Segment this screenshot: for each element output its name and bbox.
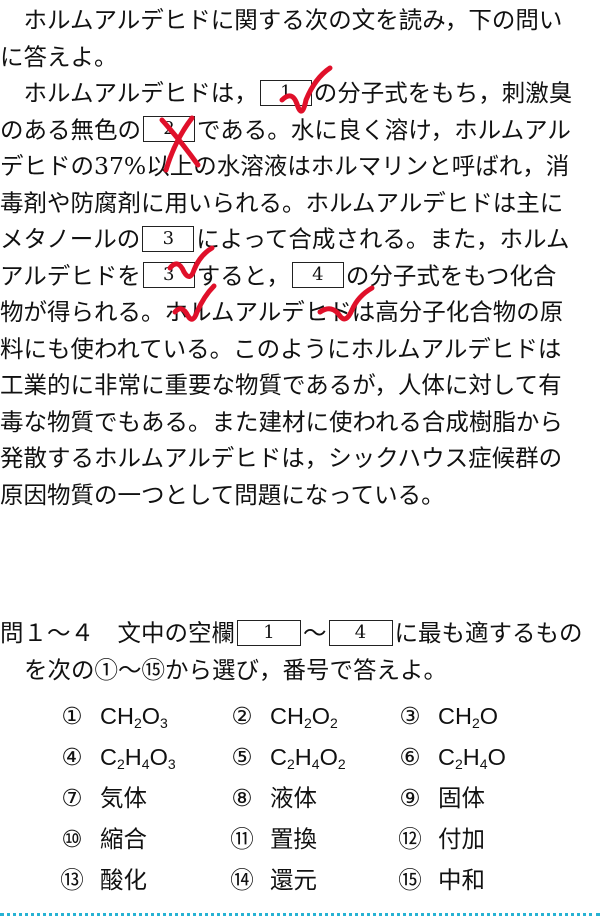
passage-text: 毒な物質でもある。また建材に使われる合成樹脂から — [0, 407, 563, 436]
option-number: ⑩ — [61, 825, 83, 853]
passage-text: ホルムアルデヒドは， — [0, 79, 258, 107]
answer-option: ⑨ 固体 — [390, 777, 485, 819]
passage-text: 発散するホルムアルデヒドは，シックハウス症候群の — [0, 444, 563, 472]
passage-line: ホルムアルデヒドに関する次の文を読み，下の問い — [0, 2, 600, 39]
option-text: 固体 — [438, 785, 485, 811]
option-text: 置換 — [270, 826, 317, 852]
option-text: CH2O3 — [100, 703, 168, 731]
option-number: ⑭ — [230, 866, 254, 894]
blank-box-start: 1 — [237, 619, 301, 646]
passage-line: アルデヒドを 3 すると， 4 の分子式をもつ化合 — [0, 258, 600, 295]
option-number: ⑦ — [61, 784, 83, 812]
passage-line: メタノールの 3 によって合成される。また，ホルム — [0, 221, 600, 258]
passage-text: である。水に良く溶け，ホルムアル — [197, 115, 571, 144]
passage-text: ホルムアルデヒドに関する次の文を読み，下の問い — [0, 6, 563, 34]
passage-line: 物が得られる。ホルムアルデヒドは高分子化合物の原 — [0, 294, 600, 331]
option-number: ④ — [61, 743, 83, 771]
answer-option: ⑫ 付加 — [390, 818, 485, 860]
option-number: ② — [231, 702, 253, 730]
answer-option: ⑪ 置換 — [222, 818, 317, 860]
option-text: C2H4O — [438, 744, 506, 772]
passage-line: 毒な物質でもある。また建材に使われる合成樹脂から — [0, 404, 600, 441]
blank-box-end: 4 — [328, 619, 393, 646]
option-text: 気体 — [100, 785, 147, 811]
option-text: 縮合 — [100, 826, 147, 852]
blank-box: 3 — [142, 225, 195, 252]
passage: ホルムアルデヒドに関する次の文を読み，下の問い に答えよ。 ホルムアルデヒドは， 1… — [0, 2, 600, 513]
passage-text: の分子式をもつ化合 — [345, 261, 557, 290]
option-number: ③ — [399, 702, 421, 730]
question-prefix: 問１～４ 文中の空欄 — [0, 619, 235, 647]
answer-option: ⑦ 気体 — [52, 777, 147, 819]
blank-box: 4 — [291, 262, 344, 288]
question-tilde: ～ — [303, 619, 327, 647]
passage-text: 料にも使われている。このようにホルムアルデヒドは — [0, 334, 562, 363]
passage-line: 発散するホルムアルデヒドは，シックハウス症候群の — [0, 440, 600, 477]
blank-box: 3 — [142, 262, 195, 288]
option-number: ⑨ — [399, 784, 421, 812]
passage-text: アルデヒドを — [0, 261, 141, 290]
option-number: ⑥ — [399, 743, 421, 771]
passage-text: 工業的に非常に重要な物質であるが，人体に対して有 — [0, 371, 562, 399]
option-text: C2H4O2 — [270, 744, 346, 772]
passage-text: 毒剤や防腐剤に用いられる。ホルムアルデヒドは主に — [0, 188, 564, 217]
option-number: ⑬ — [60, 866, 84, 894]
answer-option: ⑭ 還元 — [222, 859, 317, 901]
passage-line: 原因物質の一つとして問題になっている。 — [0, 477, 600, 514]
option-text: 液体 — [270, 785, 317, 811]
option-text: 付加 — [438, 826, 485, 852]
passage-text: すると， — [196, 261, 290, 290]
passage-text: に答えよ。 — [0, 42, 118, 71]
option-text: 中和 — [438, 867, 485, 893]
passage-line: デヒドの37%以上の水溶液はホルマリンと呼ばれ，消 — [0, 148, 600, 185]
passage-line: ホルムアルデヒドは， 1 の分子式をもち，刺激臭 — [0, 75, 600, 112]
option-text: CH2O — [438, 703, 499, 731]
passage-line: 毒剤や防腐剤に用いられる。ホルムアルデヒドは主に — [0, 185, 600, 222]
passage-text: の分子式をもち，刺激臭 — [313, 79, 573, 107]
option-number: ① — [61, 702, 83, 730]
document-page: ホルムアルデヒドに関する次の文を読み，下の問い に答えよ。 ホルムアルデヒドは， 1… — [0, 0, 600, 922]
question-line-2: を次の①～⑮から選び，番号で答えよ。 — [24, 655, 447, 684]
passage-line: のある無色の 2 である。水に良く溶け，ホルムアル — [0, 112, 600, 149]
passage-line: 料にも使われている。このようにホルムアルデヒドは — [0, 331, 600, 368]
option-number: ⑮ — [398, 866, 422, 894]
passage-line: に答えよ。 — [0, 39, 600, 76]
passage-text: 原因物質の一つとして問題になっている。 — [0, 480, 445, 509]
blank-box: 1 — [259, 79, 312, 106]
question-suffix: に最も適するもの — [394, 619, 583, 647]
option-text: CH2O2 — [270, 703, 338, 731]
passage-text: 物が得られる。ホルムアルデヒドは高分子化合物の原 — [0, 298, 564, 326]
blank-box: 2 — [143, 116, 195, 142]
passage-text: メタノールの — [0, 225, 141, 253]
passage-text: のある無色の — [0, 115, 141, 144]
question-line-1: 問１～４ 文中の空欄 1 ～ 4 に最も適するもの — [0, 615, 600, 652]
option-number: ⑫ — [398, 825, 422, 853]
option-text: 酸化 — [100, 867, 147, 893]
answer-option: ⑩ 縮合 — [52, 818, 147, 860]
answer-option: ⑧ 液体 — [222, 777, 317, 819]
passage-text: によって合成される。また，ホルム — [196, 225, 570, 253]
answer-option: ⑮ 中和 — [390, 859, 485, 901]
option-text: 還元 — [270, 867, 317, 893]
question-block: 問１～４ 文中の空欄 1 ～ 4 に最も適するもの を次の①～⑮から選び，番号で答えよ。 — [0, 615, 600, 688]
option-number: ⑤ — [231, 743, 253, 771]
option-number: ⑪ — [230, 825, 254, 853]
passage-line: 工業的に非常に重要な物質であるが，人体に対して有 — [0, 367, 600, 404]
answer-option: ⑬ 酸化 — [52, 859, 147, 901]
dotted-divider — [0, 913, 600, 916]
option-text: C2H4O3 — [100, 744, 176, 772]
passage-text: デヒドの37%以上の水溶液はホルマリンと呼ばれ，消 — [0, 152, 570, 180]
option-number: ⑧ — [231, 784, 253, 812]
